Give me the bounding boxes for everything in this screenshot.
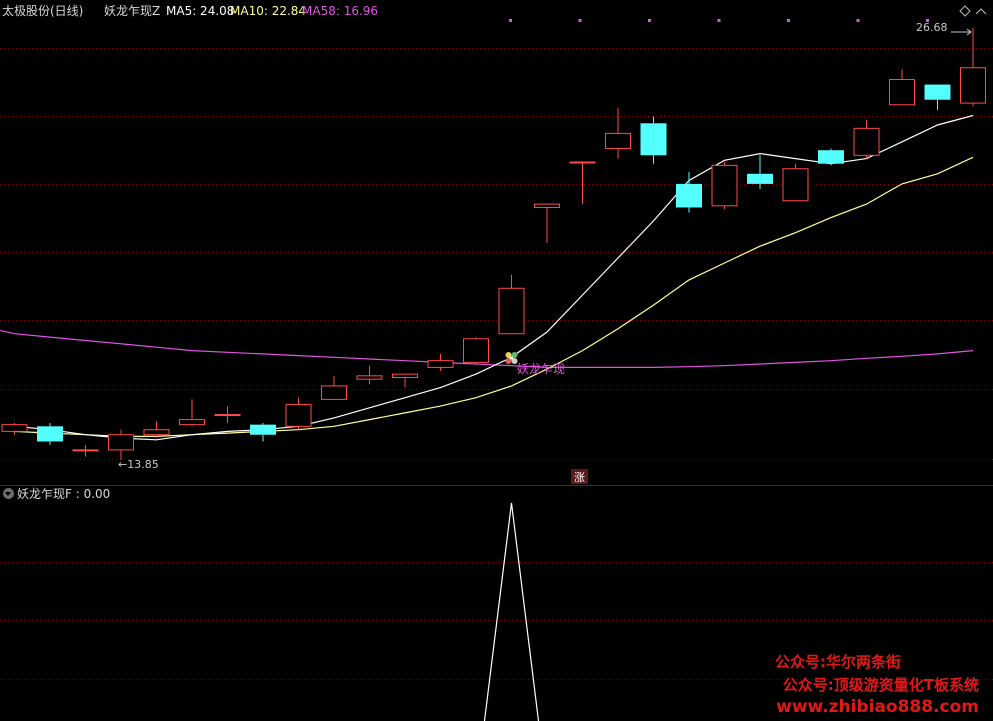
indicator-name[interactable]: 妖龙乍现Z	[104, 4, 160, 18]
signal-center	[509, 356, 514, 360]
candle	[498, 274, 525, 335]
candle-body	[960, 67, 986, 104]
candle	[108, 429, 134, 460]
signal-flower-icon	[505, 352, 518, 364]
candle-body	[889, 79, 915, 106]
sub-panel-label[interactable]: 妖龙乍现F : 0.00	[17, 487, 110, 501]
candle-body	[463, 338, 489, 363]
candle-body	[392, 373, 418, 379]
candle	[747, 155, 773, 189]
ma5-line	[14, 114, 974, 441]
candle-body	[427, 360, 454, 368]
candle	[356, 365, 383, 385]
top-dot	[856, 19, 860, 22]
watermark-line-1: 公众号:华尔两条街	[775, 653, 901, 671]
candle	[214, 406, 241, 423]
candle	[179, 399, 205, 427]
candle	[818, 148, 844, 166]
top-dot	[509, 19, 512, 22]
low-price-label: ←13.85	[118, 458, 159, 471]
candle	[569, 161, 596, 205]
candle-body	[214, 414, 241, 417]
candle	[711, 162, 738, 210]
candle	[640, 116, 667, 164]
top-dot	[648, 19, 651, 22]
ma10-line	[14, 156, 974, 437]
candle	[321, 375, 347, 400]
sub-panel-line	[483, 502, 540, 721]
watermark-line-3: www.zhibiao888.com	[776, 697, 979, 717]
candle-body	[676, 183, 702, 208]
collapse-toggle-icon[interactable]	[3, 488, 14, 499]
candle-body	[321, 385, 347, 400]
candle	[1, 422, 28, 435]
candle-body	[853, 127, 880, 156]
high-arrow-icon	[951, 28, 972, 36]
candle-body	[179, 419, 205, 426]
candle	[676, 172, 702, 213]
candle	[605, 108, 631, 159]
high-price-label: 26.68	[916, 21, 948, 34]
candle-body	[711, 164, 738, 207]
candle	[72, 444, 99, 457]
candle	[782, 163, 809, 202]
candle-body	[108, 434, 134, 451]
zhang-badge: 涨	[571, 469, 588, 484]
top-dot	[717, 19, 721, 22]
chevron-up-icon[interactable]	[975, 8, 987, 15]
candle	[534, 203, 560, 243]
zhang-badge-text: 涨	[574, 471, 585, 484]
stock-title[interactable]: 太极股份(日线)	[2, 4, 83, 18]
candle-body	[782, 168, 809, 202]
candle-body	[250, 424, 276, 435]
ma10-value: MA10: 22.84	[230, 4, 307, 18]
ma5-value: MA5: 24.08	[166, 4, 235, 18]
candle	[250, 422, 276, 442]
candle-body	[569, 161, 596, 164]
signal-label: 妖龙乍现	[517, 361, 565, 376]
top-dot	[787, 19, 790, 22]
candle-body	[640, 123, 667, 156]
candle	[427, 353, 454, 371]
candle-body	[356, 375, 383, 380]
price-chart[interactable]: 涨 26.68 ←13.85 妖龙乍现	[0, 0, 993, 721]
candle	[960, 28, 986, 107]
candle-body	[818, 150, 844, 164]
candle-body	[1, 424, 28, 432]
candle	[463, 337, 489, 365]
candle	[924, 84, 951, 110]
sub-panel-spike	[483, 502, 540, 721]
candle-body	[534, 203, 560, 208]
candle	[37, 422, 63, 445]
candle	[889, 69, 915, 106]
candle-body	[285, 403, 312, 427]
moving-averages	[0, 114, 974, 441]
top-dot	[578, 19, 582, 22]
candle-body	[605, 132, 631, 150]
candle-body	[37, 426, 63, 442]
candle-body	[747, 173, 773, 184]
diamond-icon[interactable]	[959, 5, 971, 17]
top-marker-dots	[509, 19, 929, 22]
candle	[853, 119, 880, 159]
candle-body	[924, 84, 951, 100]
candle	[392, 373, 418, 388]
candle	[285, 397, 312, 430]
ma58-value: MA58: 16.96	[302, 4, 379, 18]
watermark-line-2: 公众号:顶级游资量化T板系统	[782, 676, 979, 694]
candles	[1, 28, 986, 460]
candle-body	[498, 287, 525, 335]
candle-body	[143, 429, 170, 436]
candle-body	[72, 449, 99, 452]
